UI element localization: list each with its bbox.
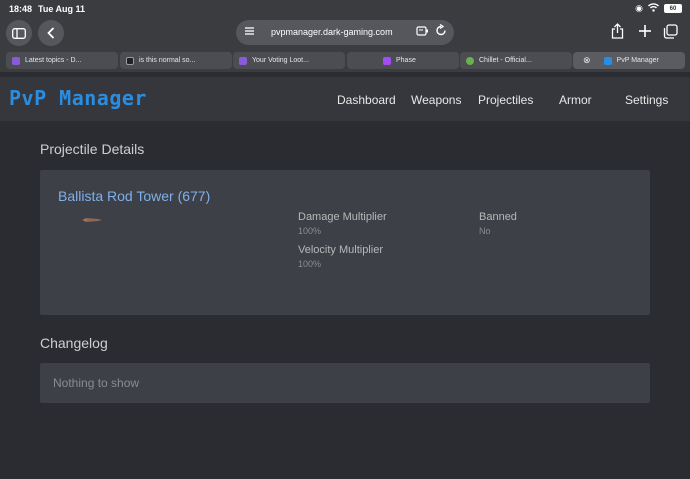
chevron-left-icon	[47, 27, 55, 39]
velocity-multiplier-label: Velocity Multiplier	[298, 244, 383, 256]
browser-tab-active[interactable]: ⊗ PvP Manager	[573, 52, 685, 69]
browser-tab[interactable]: is this normal so...	[120, 52, 232, 69]
tab-favicon-icon	[12, 56, 20, 65]
changelog-panel: Nothing to show	[40, 363, 650, 403]
tab-label: Your Voting Loot...	[252, 57, 309, 64]
tab-favicon-icon	[239, 56, 247, 65]
share-icon	[611, 23, 624, 39]
wifi-icon	[648, 3, 659, 14]
velocity-multiplier-value: 100%	[298, 259, 322, 269]
projectile-name: Ballista Rod Tower (677)	[58, 188, 211, 204]
browser-toolbar: pvpmanager.dark-gaming.com	[0, 18, 690, 48]
tab-label: Phase	[396, 57, 416, 64]
system-icons: ◉ 60	[635, 3, 682, 14]
status-date: Tue Aug 11	[38, 4, 86, 14]
nav-projectiles[interactable]: Projectiles	[478, 93, 533, 107]
projectile-card: Ballista Rod Tower (677) Damage Multipli…	[40, 170, 650, 315]
sidebar-icon	[12, 27, 26, 39]
damage-multiplier-value: 100%	[298, 226, 322, 236]
changelog-heading: Changelog	[40, 335, 108, 351]
tab-strip: Latest topics - D... is this normal so..…	[0, 48, 690, 72]
close-tab-icon[interactable]: ⊗	[583, 55, 591, 66]
banned-value: No	[479, 226, 491, 236]
tab-label: Chillet - Official...	[479, 57, 532, 64]
extensions-icon[interactable]	[416, 25, 429, 39]
url-text: pvpmanager.dark-gaming.com	[271, 27, 393, 37]
tabs-icon	[663, 24, 678, 39]
sidebar-toggle-button[interactable]	[6, 20, 32, 46]
nav-settings[interactable]: Settings	[625, 93, 668, 107]
status-bar: 18:48 Tue Aug 11 ◉ 60	[0, 0, 690, 18]
reload-icon[interactable]	[435, 23, 447, 39]
browser-tab[interactable]: Latest topics - D...	[6, 52, 118, 69]
address-bar[interactable]: pvpmanager.dark-gaming.com	[236, 20, 454, 45]
tab-label: Latest topics - D...	[25, 57, 82, 64]
browser-tab[interactable]: Your Voting Loot...	[233, 52, 345, 69]
battery-icon: 60	[664, 4, 682, 13]
tab-favicon-icon	[126, 56, 134, 65]
tab-favicon-icon	[383, 56, 391, 65]
share-button[interactable]	[611, 23, 624, 39]
nav-dashboard[interactable]: Dashboard	[337, 93, 396, 107]
location-icon: ◉	[635, 3, 643, 13]
projectile-details-heading: Projectile Details	[40, 141, 145, 157]
changelog-empty-text: Nothing to show	[53, 376, 140, 390]
damage-multiplier-label: Damage Multiplier	[298, 211, 387, 223]
tab-label: PvP Manager	[616, 57, 659, 64]
projectile-sprite-icon	[82, 218, 102, 222]
nav-armor[interactable]: Armor	[559, 93, 592, 107]
browser-tab[interactable]: Phase	[347, 52, 459, 69]
site-brand[interactable]: PvP Manager	[9, 86, 147, 110]
new-tab-button[interactable]	[638, 24, 652, 38]
banned-label: Banned	[479, 211, 517, 223]
status-time: 18:48	[9, 4, 33, 14]
plus-icon	[639, 25, 651, 37]
tab-overview-button[interactable]	[663, 24, 678, 39]
tab-label: is this normal so...	[139, 57, 196, 64]
tab-favicon-icon	[603, 56, 612, 65]
page-menu-icon[interactable]	[244, 25, 255, 38]
site-navbar: PvP Manager Dashboard Weapons Projectile…	[0, 77, 690, 121]
browser-tab[interactable]: Chillet - Official...	[460, 52, 572, 69]
back-button[interactable]	[38, 20, 64, 46]
nav-weapons[interactable]: Weapons	[411, 93, 461, 107]
tab-favicon-icon	[466, 56, 474, 65]
